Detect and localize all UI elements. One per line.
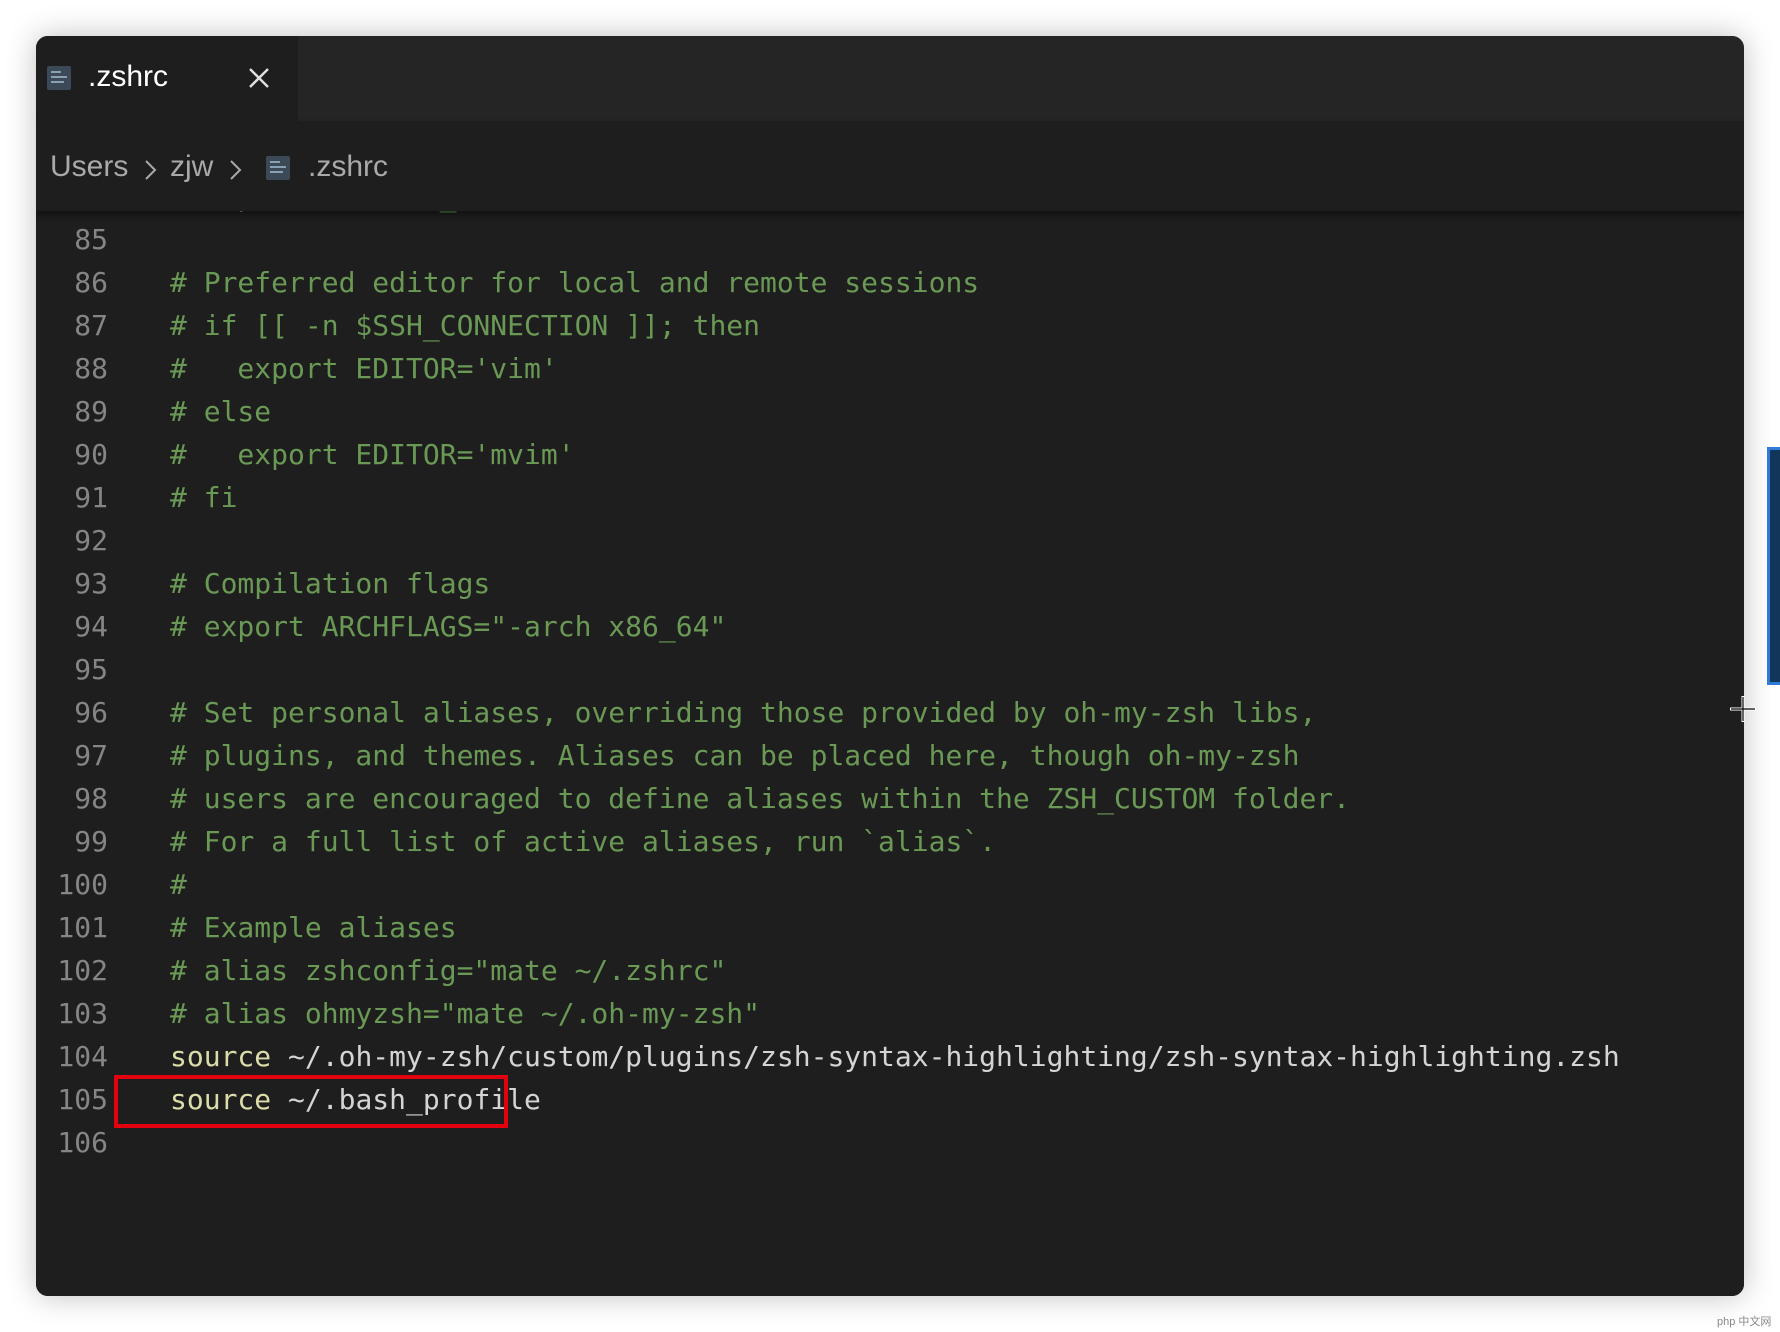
comment-token: # Preferred editor for local and remote … (170, 266, 980, 299)
comment-token: # Compilation flags (170, 567, 491, 600)
line-number: 95 (74, 653, 108, 686)
code-text: # Compilation flags (170, 563, 490, 605)
comment-token: # if [[ -n $SSH_CONNECTION ]]; then (170, 309, 761, 342)
breadcrumb-item-zshrc[interactable]: .zshrc (308, 150, 388, 184)
line-number: 85 (74, 223, 108, 256)
code-line[interactable]: 89 # else (36, 391, 1744, 433)
argument-token: ~/.bash_profile (271, 1083, 541, 1116)
comment-token: # fi (170, 481, 238, 514)
code-text: # export EDITOR='mvim' (170, 434, 575, 476)
comment-token: # (170, 868, 187, 901)
line-number: 105 (57, 1083, 108, 1116)
comment-token: # plugins, and themes. Aliases can be pl… (170, 739, 1300, 772)
minimap-slider[interactable] (1767, 447, 1780, 685)
code-line[interactable]: 98 # users are encouraged to define alias… (36, 778, 1744, 820)
argument-token: ~/.oh-my-zsh/custom/plugins/zsh-syntax-h… (271, 1040, 1620, 1073)
keyword-token: source (170, 1083, 272, 1116)
tab-bar: .zshrc (36, 36, 1744, 121)
code-text: # Set personal aliases, overriding those… (170, 692, 1316, 734)
line-number: 102 (57, 954, 108, 987)
comment-token: # Set personal aliases, overriding those… (170, 696, 1317, 729)
comment-token: # export EDITOR='mvim' (170, 438, 575, 471)
code-line[interactable]: 96 # Set personal aliases, overriding tho… (36, 692, 1744, 734)
line-number: 96 (74, 696, 108, 729)
crosshair-cursor-icon (1730, 696, 1756, 722)
keyword-token: source (170, 1040, 272, 1073)
code-editor[interactable]: 84# export LANG=en_US.UTF-88586# Preferr… (36, 176, 1744, 1296)
code-text: # alias zshconfig="mate ~/.zshrc" (170, 950, 726, 992)
code-text: source ~/.bash_profile (170, 1079, 541, 1121)
file-icon (266, 156, 290, 180)
line-number: 101 (57, 911, 108, 944)
code-line[interactable]: 94 # export ARCHFLAGS="-arch x86_64" (36, 606, 1744, 648)
breadcrumb-item-zjw[interactable]: zjw (170, 150, 213, 184)
comment-token: # alias zshconfig="mate ~/.zshrc" (170, 954, 727, 987)
code-line[interactable]: 87 # if [[ -n $SSH_CONNECTION ]]; then (36, 305, 1744, 347)
line-number: 91 (74, 481, 108, 514)
code-line[interactable]: 86 # Preferred editor for local and remot… (36, 262, 1744, 304)
code-text: # export EDITOR='vim' (170, 348, 558, 390)
tab-label: .zshrc (88, 60, 169, 93)
code-text: # plugins, and themes. Aliases can be pl… (170, 735, 1299, 777)
comment-token: # Example aliases (170, 911, 457, 944)
code-text: # else (170, 391, 271, 433)
line-number: 100 (57, 868, 108, 901)
watermark: php 中文网 (1717, 1316, 1772, 1328)
code-text: # (170, 864, 187, 906)
code-text: # if [[ -n $SSH_CONNECTION ]]; then (170, 305, 760, 347)
code-line[interactable]: 93 # Compilation flags (36, 563, 1744, 605)
code-text: # alias ohmyzsh="mate ~/.oh-my-zsh" (170, 993, 760, 1035)
comment-token: # export EDITOR='vim' (170, 352, 558, 385)
editor-window: .zshrc Users zjw .zshrc 84# export LANG=… (36, 36, 1744, 1296)
line-number: 89 (74, 395, 108, 428)
line-number: 106 (57, 1126, 108, 1159)
code-text: # export ARCHFLAGS="-arch x86_64" (170, 606, 726, 648)
comment-token: # users are encouraged to define aliases… (170, 782, 1351, 815)
code-line[interactable]: 95 (36, 649, 1744, 691)
chevron-right-icon (145, 160, 157, 180)
code-text: # Example aliases (170, 907, 457, 949)
code-line[interactable]: 105 source ~/.bash_profile (36, 1079, 1744, 1121)
comment-token: # For a full list of active aliases, run… (170, 825, 997, 858)
code-text: source ~/.oh-my-zsh/custom/plugins/zsh-s… (170, 1036, 1620, 1078)
line-number: 92 (74, 524, 108, 557)
line-number: 90 (74, 438, 108, 471)
line-number: 87 (74, 309, 108, 342)
code-text: # users are encouraged to define aliases… (170, 778, 1350, 820)
code-text: # Preferred editor for local and remote … (170, 262, 979, 304)
line-number: 103 (57, 997, 108, 1030)
code-text: # For a full list of active aliases, run… (170, 821, 996, 863)
line-number: 97 (74, 739, 108, 772)
line-number: 88 (74, 352, 108, 385)
code-line[interactable]: 104 source ~/.oh-my-zsh/custom/plugins/zs… (36, 1036, 1744, 1078)
comment-token: # else (170, 395, 272, 428)
code-line[interactable]: 88 # export EDITOR='vim' (36, 348, 1744, 390)
line-number: 99 (74, 825, 108, 858)
code-line[interactable]: 106 (36, 1122, 1744, 1164)
comment-token: # export ARCHFLAGS="-arch x86_64" (170, 610, 727, 643)
code-line[interactable]: 97 # plugins, and themes. Aliases can be … (36, 735, 1744, 777)
code-line[interactable]: 101 # Example aliases (36, 907, 1744, 949)
code-line[interactable]: 102 # alias zshconfig="mate ~/.zshrc" (36, 950, 1744, 992)
code-line[interactable]: 92 (36, 520, 1744, 562)
line-number: 94 (74, 610, 108, 643)
close-icon[interactable] (243, 62, 275, 94)
code-line[interactable]: 103 # alias ohmyzsh="mate ~/.oh-my-zsh" (36, 993, 1744, 1035)
file-icon (47, 66, 71, 90)
code-line[interactable]: 85 (36, 219, 1744, 261)
line-number: 98 (74, 782, 108, 815)
code-line[interactable]: 100 # (36, 864, 1744, 906)
line-number: 104 (57, 1040, 108, 1073)
breadcrumb-item-users[interactable]: Users (50, 150, 128, 184)
line-number: 93 (74, 567, 108, 600)
line-number: 86 (74, 266, 108, 299)
code-text: # fi (170, 477, 237, 519)
tab-zshrc[interactable]: .zshrc (36, 36, 298, 121)
chevron-right-icon (230, 160, 242, 180)
comment-token: # alias ohmyzsh="mate ~/.oh-my-zsh" (170, 997, 761, 1030)
code-line[interactable]: 90 # export EDITOR='mvim' (36, 434, 1744, 476)
breadcrumb: Users zjw .zshrc (36, 121, 1744, 211)
code-line[interactable]: 99 # For a full list of active aliases, r… (36, 821, 1744, 863)
code-line[interactable]: 91 # fi (36, 477, 1744, 519)
